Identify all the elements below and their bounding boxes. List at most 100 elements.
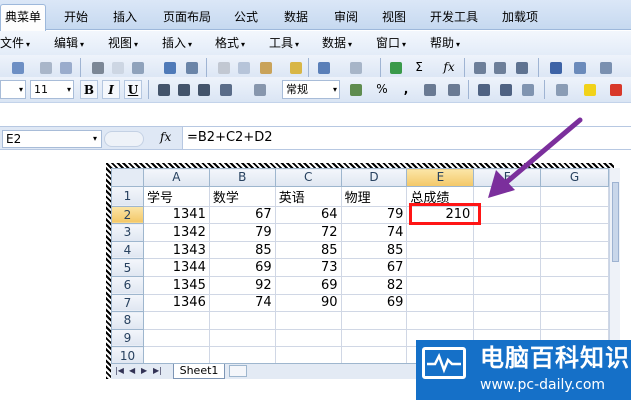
cell[interactable]: 72 [274,223,342,242]
cell[interactable] [473,223,542,242]
cell[interactable] [406,240,475,260]
italic-button[interactable]: I [102,80,120,99]
column-header[interactable]: C [274,168,342,187]
sort-descending-icon[interactable] [490,58,508,77]
vertical-scrollbar[interactable] [609,168,620,363]
cell[interactable] [406,311,475,330]
cell[interactable] [540,240,609,260]
column-header[interactable]: D [340,168,408,187]
first-sheet-icon[interactable]: |◀ [115,366,124,375]
menu-tools[interactable]: 工具 ▾ [269,34,299,52]
cell[interactable]: 73 [274,258,342,277]
last-sheet-icon[interactable]: ▶| [153,366,162,375]
row-header[interactable]: 1 [111,185,144,207]
borders-dropdown-icon[interactable] [552,80,570,99]
cell[interactable] [274,328,342,348]
cut-icon[interactable] [214,58,232,77]
cell[interactable] [473,240,542,260]
column-header[interactable]: F [473,168,542,187]
decrease-indent-icon[interactable] [474,80,492,99]
cell[interactable] [540,223,609,242]
research-icon[interactable] [128,58,146,77]
cell[interactable] [540,258,609,277]
cell[interactable] [473,293,542,313]
tab-review[interactable]: 审阅 [330,5,362,29]
insert-function-icon[interactable]: fx [438,58,460,77]
cell[interactable]: 1343 [142,240,210,260]
bold-button[interactable]: B [80,80,98,99]
prev-sheet-icon[interactable]: ◀ [129,366,135,375]
align-right-icon[interactable] [194,80,212,99]
cell[interactable] [142,311,210,330]
font-color-icon[interactable] [606,80,624,99]
percent-button[interactable]: % [372,80,392,99]
paste-icon[interactable] [256,58,274,77]
cell[interactable] [406,258,475,277]
menu-insert[interactable]: 插入 ▾ [162,34,192,52]
decrease-decimal-icon[interactable] [444,80,462,99]
sheet-tab[interactable]: Sheet1 [173,364,225,379]
cell[interactable] [142,328,210,348]
tab-addins[interactable]: 加载项 [498,5,542,29]
spelling-icon[interactable] [160,58,178,77]
tab-view[interactable]: 视图 [378,5,410,29]
tab-developer[interactable]: 开发工具 [426,5,482,29]
cell[interactable]: 85 [208,240,276,260]
cell[interactable]: 1342 [142,223,210,242]
tab-home[interactable]: 开始 [60,5,92,29]
cell[interactable]: 69 [340,293,408,313]
formula-input[interactable]: =B2+C2+D2 [182,127,631,149]
header-cell[interactable]: 学号 [142,185,210,207]
cell[interactable]: 1346 [142,293,210,313]
header-cell[interactable]: 数学 [208,185,276,207]
tab-formulas[interactable]: 公式 [230,5,262,29]
menu-file[interactable]: 文件 ▾ [0,34,30,52]
cell[interactable]: 79 [340,205,408,225]
cell[interactable] [473,311,542,330]
cell[interactable]: 92 [208,275,276,295]
format-painter-icon[interactable] [286,58,304,77]
currency-icon[interactable] [346,80,364,99]
align-center-icon[interactable] [174,80,192,99]
cell[interactable]: 1341 [142,205,210,225]
text-direction-icon[interactable] [250,80,268,99]
grid-icon[interactable] [596,58,614,77]
row-header[interactable]: 4 [111,240,144,260]
cell[interactable]: 74 [340,223,408,242]
tab-data[interactable]: 数据 [280,5,312,29]
merge-center-icon[interactable] [216,80,234,99]
row-header[interactable]: 3 [111,223,144,242]
copy-icon[interactable] [234,58,252,77]
column-header[interactable]: G [540,168,609,187]
research-book-icon[interactable] [182,58,200,77]
cell[interactable] [540,275,609,295]
cell[interactable] [540,185,609,207]
header-cell[interactable]: 英语 [274,185,342,207]
cell[interactable]: 85 [340,240,408,260]
tab-insert[interactable]: 插入 [109,5,141,29]
row-header[interactable]: 10 [111,346,144,363]
cell[interactable] [473,275,542,295]
cell[interactable]: 79 [208,223,276,242]
autosum-icon[interactable]: Σ [410,58,428,77]
cell[interactable] [340,346,408,363]
cell[interactable]: 85 [274,240,342,260]
menu-edit[interactable]: 编辑 ▾ [54,34,84,52]
cell[interactable]: 67 [340,258,408,277]
menu-format[interactable]: 格式 ▾ [215,34,245,52]
print-preview-icon[interactable] [36,58,54,77]
cell[interactable] [540,311,609,330]
column-header[interactable]: E [406,168,475,187]
row-header[interactable]: 8 [111,311,144,330]
row-header[interactable]: 7 [111,293,144,313]
menu-window[interactable]: 窗口 ▾ [376,34,406,52]
tab-page-layout[interactable]: 页面布局 [159,5,215,29]
formula-bar-expand-handle[interactable] [104,131,144,147]
align-left-icon[interactable] [154,80,172,99]
sort-ascending-icon[interactable] [470,58,488,77]
insert-function-button[interactable]: fx [160,130,171,144]
cell[interactable]: 1344 [142,258,210,277]
borders-icon[interactable] [518,80,536,99]
column-header[interactable]: A [142,168,210,187]
fill-color-icon[interactable] [580,80,598,99]
